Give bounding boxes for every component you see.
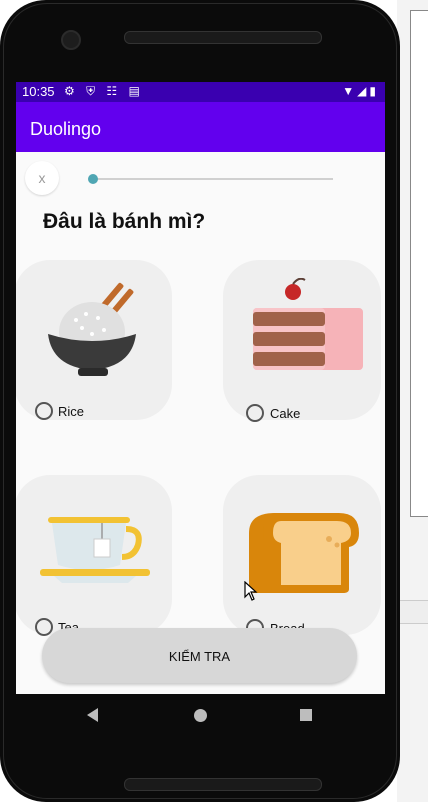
cake-icon [253, 278, 363, 370]
check-button[interactable]: KIỂM TRA [42, 628, 357, 683]
progress-slider-thumb[interactable] [88, 174, 98, 184]
option-label-rice: Rice [58, 404, 85, 419]
recent-apps-icon[interactable] [300, 709, 312, 721]
top-speaker [124, 31, 322, 44]
rice-bowl-icon [48, 282, 136, 376]
radio-rice[interactable] [35, 402, 53, 420]
option-card-cake[interactable]: Cake [223, 260, 381, 422]
option-card-bread[interactable]: Bread [223, 475, 381, 637]
home-icon[interactable] [194, 709, 207, 722]
status-system-icons: ▼◢▮ [342, 84, 379, 98]
status-time: 10:35 [22, 84, 55, 99]
tea-cup-icon [40, 517, 150, 583]
back-icon[interactable] [87, 708, 98, 722]
option-card-rice[interactable]: Rice [16, 260, 172, 420]
option-card-tea[interactable]: Tea [16, 475, 172, 636]
radio-cake[interactable] [246, 404, 264, 422]
system-nav-bar [16, 694, 385, 738]
app-bar: Duolingo [16, 102, 385, 152]
bottom-speaker [124, 778, 322, 791]
question-text: Đâu là bánh mì? [43, 210, 206, 233]
front-camera [61, 30, 81, 50]
radio-tea[interactable] [35, 618, 53, 636]
option-label-cake: Cake [270, 406, 301, 421]
app-screen: 10:35 ⚙ ⛨ ☷ ▤ ▼◢▮ Duolingo x Đâu là bánh… [16, 82, 385, 694]
progress-slider[interactable] [93, 178, 333, 180]
status-bar: 10:35 ⚙ ⛨ ☷ ▤ ▼◢▮ [16, 82, 385, 102]
desktop-window [410, 10, 428, 517]
bread-icon [249, 513, 359, 593]
phone-frame: 10:35 ⚙ ⛨ ☷ ▤ ▼◢▮ Duolingo x Đâu là bánh… [0, 0, 400, 802]
status-notification-icons: ⚙ ⛨ ☷ ▤ [64, 84, 144, 98]
close-button[interactable]: x [25, 161, 59, 195]
app-title: Duolingo [30, 119, 102, 139]
mouse-cursor-icon [244, 581, 258, 601]
